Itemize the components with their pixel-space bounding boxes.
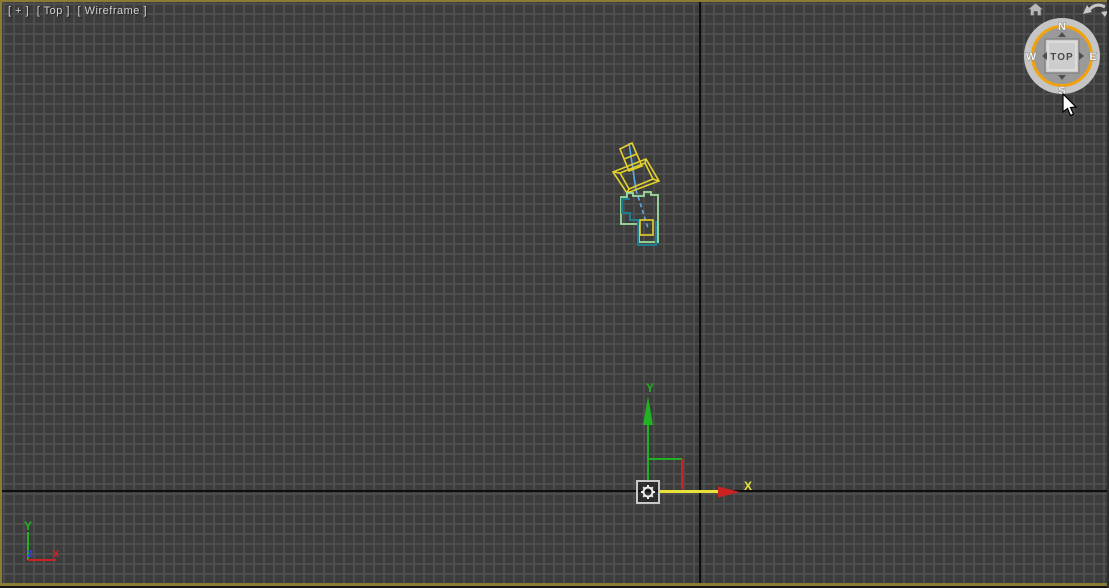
gizmo-x-label: X bbox=[744, 479, 752, 493]
tripod-z-label: z bbox=[27, 546, 33, 560]
viewport-frame-top bbox=[0, 0, 1109, 2]
viewcube[interactable]: TOP N S W E bbox=[1024, 3, 1108, 97]
viewcube-compass-west[interactable]: W bbox=[1026, 51, 1037, 63]
wireframe-object-yellow-boxes[interactable] bbox=[613, 143, 659, 193]
viewcube-face-label[interactable]: TOP bbox=[1050, 52, 1073, 63]
world-axis-tripod: Y x z bbox=[24, 519, 60, 560]
viewcube-compass-east[interactable]: E bbox=[1089, 51, 1096, 63]
mouse-cursor bbox=[1063, 94, 1076, 116]
viewcube-compass-north[interactable]: N bbox=[1058, 21, 1066, 33]
move-gizmo: Y X bbox=[637, 381, 752, 503]
world-axis-x-line bbox=[2, 490, 1109, 492]
viewport-frame-left bbox=[0, 0, 2, 588]
gizmo-y-label: Y bbox=[646, 381, 654, 395]
tripod-y-label: Y bbox=[24, 519, 32, 533]
wireframe-object-teal[interactable] bbox=[622, 199, 656, 245]
wireframe-subobject-yellow-rect[interactable] bbox=[640, 220, 653, 235]
tripod-x-label: x bbox=[53, 546, 60, 560]
gizmo-origin-icon[interactable] bbox=[637, 481, 659, 503]
gizmo-x-arrowhead[interactable] bbox=[718, 487, 740, 498]
world-axis-y-line bbox=[699, 2, 701, 585]
viewport-overlay: Y X Y x z TOP bbox=[0, 0, 1109, 588]
viewcube-home-icon[interactable] bbox=[1028, 3, 1043, 16]
viewcube-roll-arrow-icon[interactable] bbox=[1083, 5, 1108, 17]
viewport-canvas[interactable]: [ + ] [ Top ] [ Wireframe ] bbox=[0, 0, 1109, 588]
gizmo-y-arrowhead[interactable] bbox=[643, 396, 653, 425]
